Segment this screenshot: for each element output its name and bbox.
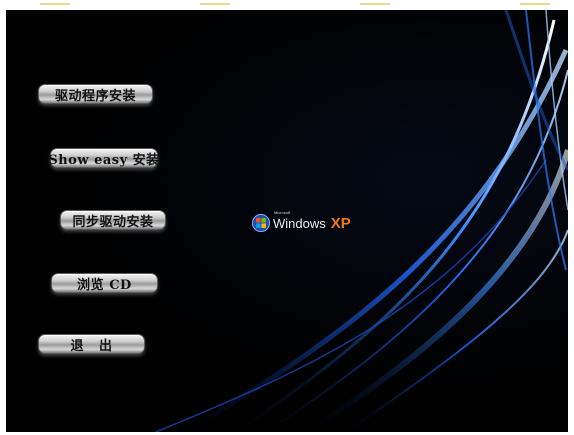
exit-button[interactable]: 退 出 — [38, 334, 145, 354]
strip-segment — [40, 3, 70, 5]
xp-wordmark: XP — [330, 214, 351, 232]
strip-segment — [520, 3, 550, 5]
autorun-window: 驱动程序安装 Show easy 安装 同步驱动安装 浏览 CD 退 出 Mic… — [6, 10, 568, 432]
sync-driver-install-button[interactable]: 同步驱动安装 — [60, 210, 166, 230]
driver-install-button[interactable]: 驱动程序安装 — [38, 84, 153, 104]
windows-flag-icon — [252, 214, 270, 232]
windows-xp-logo: Microsoft Windows XP — [252, 210, 351, 232]
browse-cd-button[interactable]: 浏览 CD — [51, 273, 158, 293]
top-border-strip — [0, 0, 574, 10]
microsoft-small-text: Microsoft — [274, 210, 291, 215]
strip-segment — [360, 3, 390, 5]
windows-wordmark: Windows — [273, 215, 326, 231]
strip-segment — [200, 3, 230, 5]
showeasy-install-button[interactable]: Show easy 安装 — [48, 148, 159, 168]
